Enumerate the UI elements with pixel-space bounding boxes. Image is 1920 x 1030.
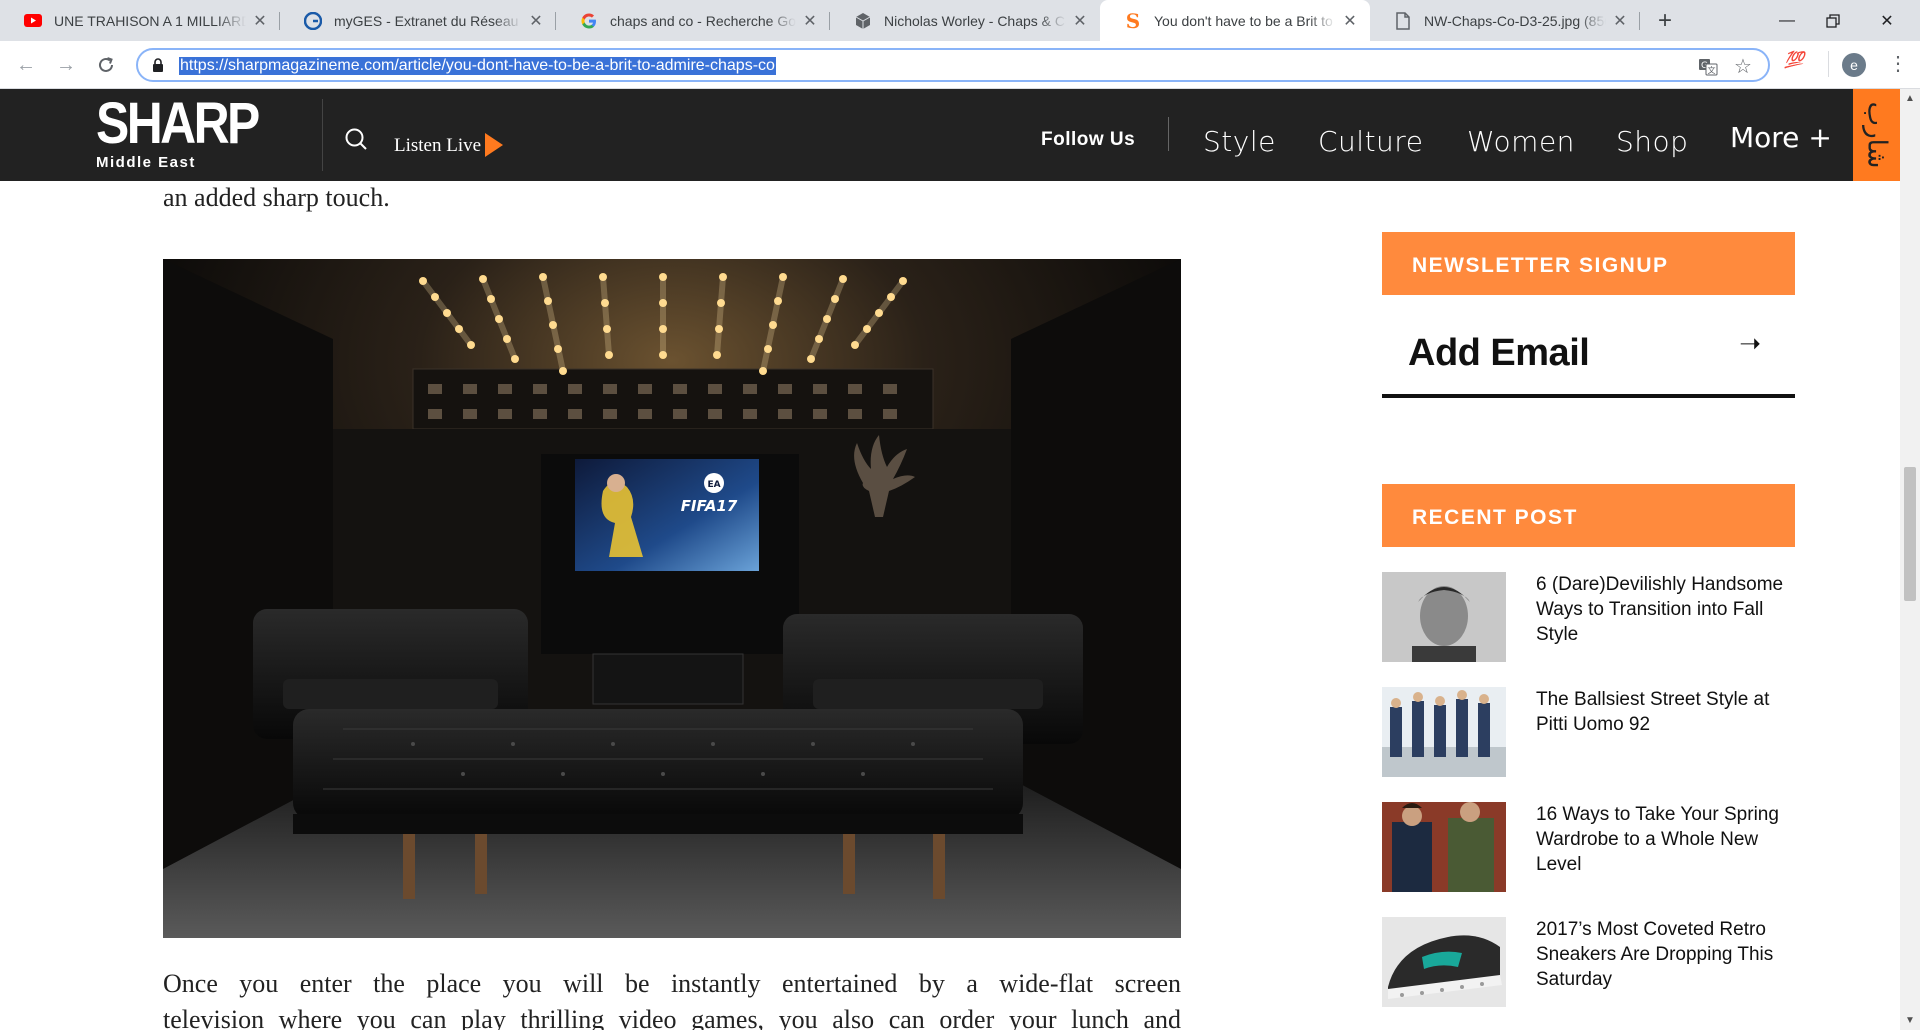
- search-icon[interactable]: [344, 127, 368, 151]
- site-header: SHARP Middle East Listen Live Follow Us …: [0, 89, 1900, 181]
- address-bar[interactable]: https://sharpmagazineme.com/article/you-…: [136, 48, 1770, 82]
- submit-arrow-icon[interactable]: ➝: [1739, 328, 1761, 359]
- nav-style[interactable]: Style: [1203, 125, 1276, 158]
- translate-icon[interactable]: G文: [1698, 57, 1718, 82]
- recent-post-item[interactable]: 2017’s Most Coveted Retro Sneakers Are D…: [1382, 917, 1795, 1009]
- close-tab-icon[interactable]: ✕: [1340, 11, 1360, 31]
- recent-post-item[interactable]: 16 Ways to Take Your Spring Wardrobe to …: [1382, 802, 1795, 894]
- file-icon: [1394, 11, 1412, 30]
- close-tab-icon[interactable]: ✕: [800, 11, 820, 31]
- email-placeholder[interactable]: Add Email: [1408, 332, 1590, 375]
- post-thumbnail[interactable]: [1382, 917, 1506, 1007]
- browser-tab-active[interactable]: S You don't have to be a Brit to admire …: [1100, 0, 1370, 41]
- close-tab-icon[interactable]: ✕: [1610, 11, 1630, 31]
- follow-us-link[interactable]: Follow Us: [1041, 129, 1135, 151]
- browser-tab[interactable]: NW-Chaps-Co-D3-25.jpg (850 ✕: [1370, 0, 1640, 41]
- recent-post-heading: RECENT POST: [1382, 484, 1795, 547]
- tab-title: myGES - Extranet du Réseau GES: [334, 12, 522, 29]
- scroll-up-arrow-icon[interactable]: ▲: [1905, 93, 1915, 104]
- myges-icon: [304, 11, 322, 30]
- bookmark-star-icon[interactable]: ☆: [1734, 54, 1752, 79]
- minimize-window-button[interactable]: —: [1764, 0, 1810, 41]
- restore-window-button[interactable]: [1810, 0, 1856, 41]
- hundred-emoji-extension-icon[interactable]: 💯: [1784, 50, 1804, 70]
- url-text[interactable]: https://sharpmagazineme.com/article/you-…: [179, 57, 776, 75]
- new-tab-button[interactable]: +: [1651, 7, 1679, 35]
- recent-post-item[interactable]: 6 (Dare)Devilishly Handsome Ways to Tran…: [1382, 572, 1795, 664]
- more-menu-button[interactable]: More +: [1730, 121, 1832, 154]
- forward-arrow-icon[interactable]: →: [50, 49, 82, 81]
- youtube-icon: [24, 12, 42, 30]
- back-arrow-icon[interactable]: ←: [10, 49, 42, 81]
- svg-text:文: 文: [1708, 65, 1716, 75]
- tab-strip: UNE TRAHISON A 1 MILLIARD ✕ myGES - Extr…: [0, 0, 1920, 41]
- article-paragraph-line: television where you can play thrilling …: [163, 1005, 1181, 1030]
- newsletter-heading: NEWSLETTER SIGNUP: [1382, 232, 1795, 295]
- article-text-fragment: an added sharp touch.: [163, 183, 390, 212]
- cube-icon: [854, 12, 872, 30]
- browser-tab[interactable]: UNE TRAHISON A 1 MILLIARD ✕: [0, 0, 280, 41]
- scroll-down-arrow-icon[interactable]: ▼: [1905, 1015, 1915, 1026]
- recent-post-item[interactable]: The Ballsiest Street Style at Pitti Uomo…: [1382, 687, 1795, 779]
- nav-culture[interactable]: Culture: [1318, 125, 1423, 158]
- nav-shop[interactable]: Shop: [1616, 125, 1688, 158]
- nav-women[interactable]: Women: [1467, 125, 1575, 158]
- browser-tab[interactable]: chaps and co - Recherche Google ✕: [556, 0, 830, 41]
- listen-live-label: Listen Live: [394, 135, 482, 156]
- lock-icon[interactable]: [152, 58, 164, 72]
- play-icon: [485, 133, 504, 157]
- tab-title: You don't have to be a Brit to admire Ch…: [1154, 12, 1336, 29]
- reload-icon[interactable]: [90, 49, 122, 81]
- post-thumbnail[interactable]: [1382, 687, 1506, 777]
- close-tab-icon[interactable]: ✕: [1070, 11, 1090, 31]
- tv-brand-text: EA: [707, 480, 720, 490]
- article-hero-image: EA FIFA17: [163, 259, 1181, 938]
- post-title[interactable]: 6 (Dare)Devilishly Handsome Ways to Tran…: [1536, 572, 1798, 647]
- google-icon: [580, 12, 598, 30]
- lounge-photo: EA FIFA17: [163, 259, 1181, 938]
- listen-live-link[interactable]: Listen Live: [394, 133, 504, 157]
- tab-title: Nicholas Worley - Chaps & Co: [884, 12, 1066, 29]
- post-title[interactable]: The Ballsiest Street Style at Pitti Uomo…: [1536, 687, 1798, 737]
- tab-title: chaps and co - Recherche Google: [610, 12, 796, 29]
- browser-tab[interactable]: myGES - Extranet du Réseau GES ✕: [280, 0, 556, 41]
- browser-tab[interactable]: Nicholas Worley - Chaps & Co ✕: [830, 0, 1100, 41]
- logo-wordmark: SHARP: [96, 91, 260, 156]
- post-title[interactable]: 16 Ways to Take Your Spring Wardrobe to …: [1536, 802, 1798, 877]
- header-divider: [322, 99, 323, 171]
- post-thumbnail[interactable]: [1382, 572, 1506, 662]
- browser-menu-icon[interactable]: ⋮: [1888, 51, 1908, 77]
- tv-game-title: FIFA17: [681, 497, 738, 515]
- close-tab-icon[interactable]: ✕: [526, 11, 546, 31]
- post-title[interactable]: 2017’s Most Coveted Retro Sneakers Are D…: [1536, 917, 1798, 992]
- post-thumbnail[interactable]: [1382, 802, 1506, 892]
- sharp-logo[interactable]: SHARP Middle East: [96, 91, 284, 172]
- toolbar-divider: [1828, 51, 1829, 77]
- nav-divider: [1168, 117, 1169, 151]
- arabic-site-button[interactable]: شارب: [1853, 89, 1900, 181]
- newsletter-email-field[interactable]: Add Email ➝: [1382, 322, 1795, 398]
- scrollbar-thumb[interactable]: [1904, 467, 1916, 601]
- logo-subtitle: Middle East: [96, 154, 196, 171]
- article-paragraph-line: Once you enter the place you will be ins…: [163, 969, 1181, 998]
- page-scrollbar[interactable]: ▲ ▼: [1900, 89, 1920, 1030]
- close-window-button[interactable]: ✕: [1864, 0, 1910, 41]
- profile-avatar[interactable]: e: [1842, 53, 1866, 77]
- tab-title: UNE TRAHISON A 1 MILLIARD: [54, 12, 246, 29]
- close-tab-icon[interactable]: ✕: [250, 11, 270, 31]
- tab-title: NW-Chaps-Co-D3-25.jpg (850: [1424, 12, 1606, 29]
- arabic-label: شارب: [1861, 101, 1892, 169]
- sharp-s-icon: S: [1125, 8, 1141, 33]
- browser-toolbar: ← → https://sharpmagazineme.com/article/…: [0, 41, 1920, 89]
